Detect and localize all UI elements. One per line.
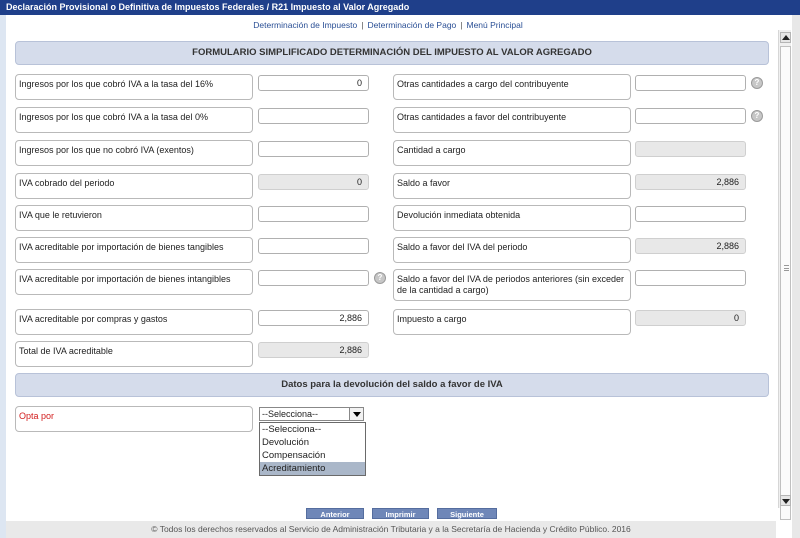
label-otras-a-cargo: Otras cantidades a cargo del contribuyen… xyxy=(393,74,631,100)
input-saldo-favor-anteriores[interactable] xyxy=(635,270,746,286)
dropdown-option-acreditamiento[interactable]: Acreditamiento xyxy=(260,462,365,475)
vertical-scrollbar[interactable] xyxy=(778,30,791,520)
input-saldo-a-favor: 2,886 xyxy=(635,174,746,190)
input-iva-compras-gastos[interactable]: 2,886 xyxy=(258,310,369,326)
label-ingresos-16: Ingresos por los que cobró IVA a la tasa… xyxy=(15,74,253,100)
anterior-button[interactable]: Anterior xyxy=(306,508,364,519)
opta-por-dropdown-list: --Selecciona-- Devolución Compensación A… xyxy=(259,422,366,476)
select-current-value: --Selecciona-- xyxy=(262,409,319,419)
label-ingresos-0: Ingresos por los que cobró IVA a la tasa… xyxy=(15,107,253,133)
input-iva-retenido[interactable] xyxy=(258,206,369,222)
label-iva-retenido: IVA que le retuvieron xyxy=(15,205,253,231)
input-iva-import-tangibles[interactable] xyxy=(258,238,369,254)
label-ingresos-exentos: Ingresos por los que no cobró IVA (exent… xyxy=(15,140,253,166)
input-ingresos-exentos[interactable] xyxy=(258,141,369,157)
chevron-down-icon[interactable] xyxy=(349,408,363,420)
nav-separator: | xyxy=(460,20,463,30)
grip-icon xyxy=(784,265,789,271)
input-ingresos-0[interactable] xyxy=(258,108,369,124)
input-cantidad-a-cargo xyxy=(635,141,746,157)
label-otras-a-favor: Otras cantidades a favor del contribuyen… xyxy=(393,107,631,133)
window-title: Declaración Provisional o Definitiva de … xyxy=(0,0,800,15)
scroll-down-arrow-icon[interactable] xyxy=(780,495,791,506)
help-icon[interactable]: ? xyxy=(751,77,763,89)
nav-determinacion-pago[interactable]: Determinación de Pago xyxy=(367,20,456,30)
input-total-iva-acreditable: 2,886 xyxy=(258,342,369,358)
right-frame-edge xyxy=(792,15,800,538)
footer-copyright: © Todos los derechos reservados al Servi… xyxy=(6,521,776,538)
dropdown-option-compensacion[interactable]: Compensación xyxy=(260,449,365,462)
label-iva-import-intangibles: IVA acreditable por importación de biene… xyxy=(15,269,253,295)
scroll-up-arrow-icon[interactable] xyxy=(780,32,791,43)
help-icon[interactable]: ? xyxy=(751,110,763,122)
label-cantidad-a-cargo: Cantidad a cargo xyxy=(393,140,631,166)
label-iva-compras-gastos: IVA acreditable por compras y gastos xyxy=(15,309,253,335)
input-otras-a-cargo[interactable] xyxy=(635,75,746,91)
input-devolucion-inmediata[interactable] xyxy=(635,206,746,222)
label-iva-cobrado: IVA cobrado del periodo xyxy=(15,173,253,199)
scrollbar-thumb[interactable] xyxy=(780,46,791,520)
input-impuesto-a-cargo: 0 xyxy=(635,310,746,326)
label-total-iva-acreditable: Total de IVA acreditable xyxy=(15,341,253,367)
top-nav: Determinación de Impuesto | Determinación … xyxy=(0,15,776,35)
label-opta-por: Opta por xyxy=(15,406,253,432)
input-iva-import-intangibles[interactable] xyxy=(258,270,369,286)
input-iva-cobrado: 0 xyxy=(258,174,369,190)
input-otras-a-favor[interactable] xyxy=(635,108,746,124)
siguiente-button[interactable]: Siguiente xyxy=(437,508,497,519)
label-saldo-a-favor: Saldo a favor xyxy=(393,173,631,199)
nav-menu-principal[interactable]: Menú Principal xyxy=(467,20,523,30)
nav-separator: | xyxy=(361,20,364,30)
opta-por-select[interactable]: --Selecciona-- xyxy=(259,407,364,421)
label-devolucion-inmediata: Devolución inmediata obtenida xyxy=(393,205,631,231)
label-impuesto-a-cargo: Impuesto a cargo xyxy=(393,309,631,335)
refund-section-header: Datos para la devolución del saldo a fav… xyxy=(15,373,769,397)
label-saldo-favor-periodo: Saldo a favor del IVA del periodo xyxy=(393,237,631,263)
imprimir-button[interactable]: Imprimir xyxy=(372,508,429,519)
dropdown-option-devolucion[interactable]: Devolución xyxy=(260,436,365,449)
input-ingresos-16[interactable]: 0 xyxy=(258,75,369,91)
help-icon[interactable]: ? xyxy=(374,272,386,284)
nav-determinacion-impuesto[interactable]: Determinación de Impuesto xyxy=(253,20,357,30)
dropdown-option-selecciona[interactable]: --Selecciona-- xyxy=(260,423,365,436)
left-frame-strip xyxy=(0,15,6,538)
form-section-header: FORMULARIO SIMPLIFICADO DETERMINACIÓN DE… xyxy=(15,41,769,65)
input-saldo-favor-periodo: 2,886 xyxy=(635,238,746,254)
label-saldo-favor-anteriores: Saldo a favor del IVA de periodos anteri… xyxy=(393,269,631,301)
label-iva-import-tangibles: IVA acreditable por importación de biene… xyxy=(15,237,253,263)
